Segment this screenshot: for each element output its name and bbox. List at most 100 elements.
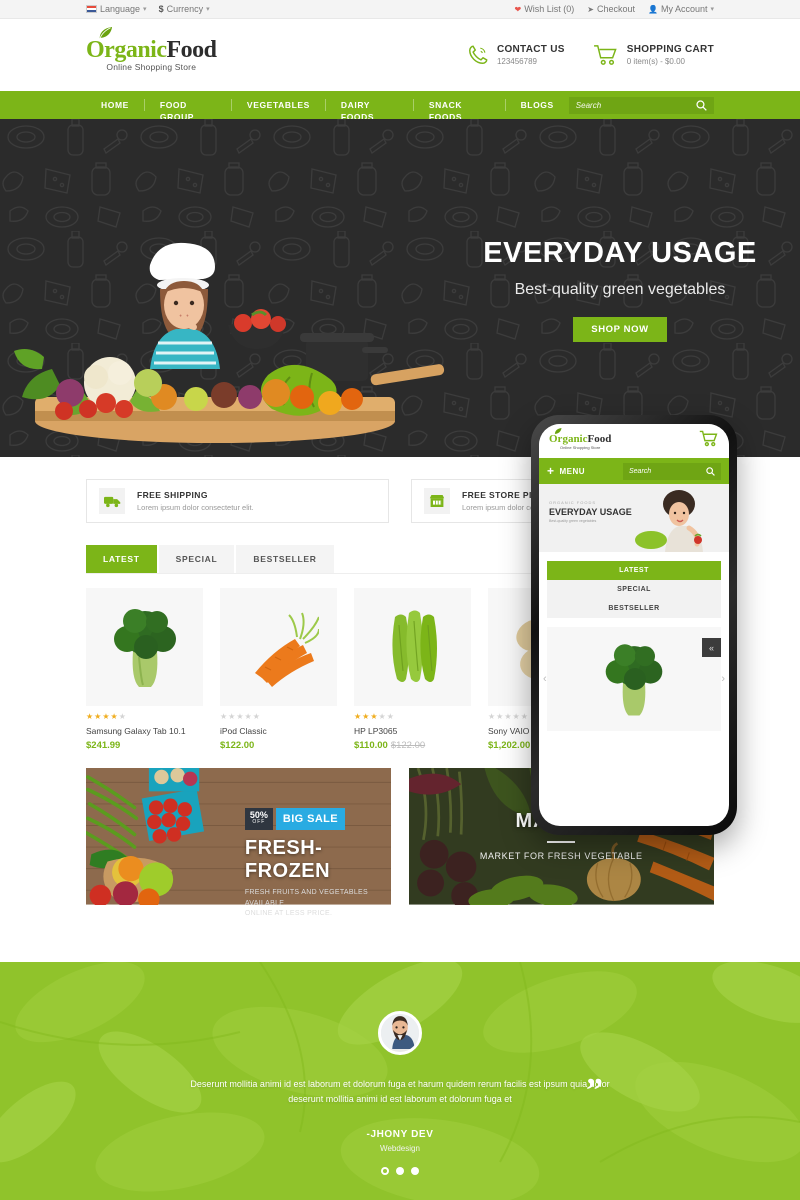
hero-title: EVERYDAY USAGE xyxy=(483,237,757,269)
carousel-prev-arrow[interactable]: ‹ xyxy=(543,673,547,685)
carousel-next-arrow[interactable]: › xyxy=(721,673,725,685)
leaf-icon xyxy=(99,27,112,40)
scroll-to-top-button[interactable]: « xyxy=(702,638,721,657)
language-selector[interactable]: Language ▾ xyxy=(86,4,147,14)
tab-special[interactable]: SPECIAL xyxy=(158,545,235,573)
discount-badge: 50% OFF xyxy=(244,808,273,830)
nav-item-dairy-foods[interactable]: DAIRY FOODS xyxy=(326,99,414,122)
site-header: OrganicFood Online Shopping Store CONTAC… xyxy=(0,19,800,91)
logo-tagline: Online Shopping Store xyxy=(106,62,197,73)
hero-photo-chef-girl-vegetables xyxy=(14,242,445,443)
service-free-shipping[interactable]: FREE SHIPPING Lorem ipsum dolor consecte… xyxy=(86,479,389,523)
phone-search-box[interactable]: Search xyxy=(623,462,721,480)
hero-banner: EVERYDAY USAGE Best-quality green vegeta… xyxy=(0,119,800,457)
product-card[interactable]: ★★★★★ iPod Classic $122.00 xyxy=(220,588,337,751)
phone-header: OrganicFood Online Shopping Store xyxy=(539,424,729,458)
arrow-icon: ➤ xyxy=(587,4,594,14)
carousel-dot-3[interactable] xyxy=(411,1166,419,1175)
phone-tab-latest[interactable]: LATEST xyxy=(547,561,721,580)
phone-search-placeholder: Search xyxy=(629,467,652,475)
contact-us-block[interactable]: CONTACT US 123456789 xyxy=(467,44,565,66)
product-card[interactable]: ★★★★★ HP LP3065 $110.00 $122.00 xyxy=(354,588,471,751)
chevron-down-icon: ▾ xyxy=(710,6,714,13)
contact-us-title: CONTACT US xyxy=(496,44,565,55)
product-image-carrots[interactable] xyxy=(220,588,337,706)
product-price: $110.00 $122.00 xyxy=(354,740,471,751)
phone-tab-special[interactable]: SPECIAL xyxy=(547,580,721,599)
promo-subtitle: MARKET FOR FRESH VEGETABLE xyxy=(479,851,643,861)
nav-item-vegetables[interactable]: VEGETABLES xyxy=(232,99,326,111)
promo-banner-fresh-frozen[interactable]: 50% OFF BIG SALE FRESH-FROZEN FRESH FRUI… xyxy=(86,768,392,920)
wishlist-link[interactable]: ❤ Wish List (0) xyxy=(515,4,575,14)
product-name[interactable]: Samsung Galaxy Tab 10.1 xyxy=(86,726,203,736)
carousel-dot-2[interactable] xyxy=(396,1166,404,1175)
phone-hero-subtitle: Best-quality green vegetables xyxy=(549,519,597,523)
carousel-dot-1[interactable] xyxy=(381,1166,389,1175)
main-navigation: HOME FOOD GROUP VEGETABLES DAIRY FOODS S… xyxy=(0,91,800,122)
phone-product-carousel[interactable]: ‹ › xyxy=(543,627,725,731)
promo-desc-line2: ONLINE AT LESS PRICE. xyxy=(244,910,333,917)
price-value: $1,202.00 xyxy=(488,740,531,751)
shopping-cart-block[interactable]: SHOPPING CART 0 item(s) - $0.00 xyxy=(593,44,714,66)
tab-latest[interactable]: LATEST xyxy=(86,545,157,573)
top-bar: Language ▾ $ Currency ▾ ❤ Wish List (0) … xyxy=(0,0,800,19)
search-icon xyxy=(706,466,715,476)
testimonial-author: -JHONY DEV xyxy=(366,1128,434,1140)
chevron-down-icon: ▾ xyxy=(143,6,147,13)
nav-item-home[interactable]: HOME xyxy=(86,99,145,111)
flag-icon xyxy=(86,5,97,13)
checkout-link[interactable]: ➤ Checkout xyxy=(587,4,635,14)
product-name[interactable]: HP LP3065 xyxy=(354,726,471,736)
phone-hero-kicker: ORGANIC FOODS xyxy=(549,500,597,505)
phone-menu-button[interactable]: + MENU xyxy=(547,464,585,478)
service-title: FREE SHIPPING xyxy=(137,490,208,500)
product-card[interactable]: ★★★★★ Samsung Galaxy Tab 10.1 $241.99 xyxy=(86,588,203,751)
phone-hero-banner[interactable]: ORGANIC FOODS EVERYDAY USAGE Best-qualit… xyxy=(539,484,729,552)
my-account-link[interactable]: 👤 My Account ▾ xyxy=(648,4,714,14)
shop-now-button[interactable]: SHOP NOW xyxy=(573,317,667,342)
cart-summary: 0 item(s) - $0.00 xyxy=(626,57,685,66)
product-image-bitter-gourd[interactable] xyxy=(354,588,471,706)
discount-label: OFF xyxy=(252,819,266,826)
nav-item-blogs[interactable]: BLOGS xyxy=(506,99,569,111)
phone-hero-title: EVERYDAY USAGE xyxy=(549,507,632,517)
avatar xyxy=(378,1011,422,1055)
language-label: Language xyxy=(100,4,141,14)
currency-selector[interactable]: $ Currency ▾ xyxy=(159,4,210,14)
leaf-icon xyxy=(554,427,562,434)
product-rating: ★★★★★ xyxy=(354,712,395,721)
product-price: $122.00 xyxy=(220,740,337,751)
testimonial-quote: Deserunt mollitia animi id est laborum e… xyxy=(190,1079,610,1104)
plus-icon: + xyxy=(547,464,555,478)
product-rating: ★★★★★ xyxy=(86,712,127,721)
testimonial-role: Webdesign xyxy=(380,1143,420,1153)
price-value: $122.00 xyxy=(220,740,255,751)
nav-item-snack-foods[interactable]: SNACK FOODS xyxy=(414,99,506,122)
search-input[interactable] xyxy=(575,100,696,110)
phone-logo-tagline: Online Shopping Store xyxy=(560,444,601,450)
contact-us-phone: 123456789 xyxy=(496,57,537,66)
phone-screen: OrganicFood Online Shopping Store + MENU… xyxy=(539,424,729,826)
site-logo[interactable]: OrganicFood Online Shopping Store xyxy=(86,27,217,73)
phone-tab-bestseller[interactable]: BESTSELLER xyxy=(547,599,721,618)
search-box[interactable] xyxy=(568,96,714,114)
tab-bestseller[interactable]: BESTSELLER xyxy=(236,545,334,573)
currency-symbol: $ xyxy=(158,4,164,14)
phone-product-image-broccoli xyxy=(605,644,663,716)
quote-mark-icon: ” xyxy=(586,1072,603,1109)
product-name[interactable]: iPod Classic xyxy=(220,726,337,736)
divider xyxy=(547,841,576,843)
product-rating: ★★★★★ xyxy=(220,712,261,721)
price-value: $110.00 xyxy=(354,740,388,751)
nav-item-food-group[interactable]: FOOD GROUP xyxy=(145,99,232,122)
phone-icon xyxy=(468,45,488,64)
phone-cart-button[interactable] xyxy=(699,430,719,452)
product-image-broccoli[interactable] xyxy=(86,588,203,706)
big-sale-badge: BIG SALE xyxy=(275,808,346,830)
phone-navigation: + MENU Search xyxy=(539,458,729,484)
search-button[interactable] xyxy=(696,99,707,111)
account-label: My Account xyxy=(660,4,708,14)
search-icon xyxy=(696,99,707,111)
promo-title: FRESH-FROZEN xyxy=(244,837,331,882)
heart-icon: ❤ xyxy=(514,4,522,14)
